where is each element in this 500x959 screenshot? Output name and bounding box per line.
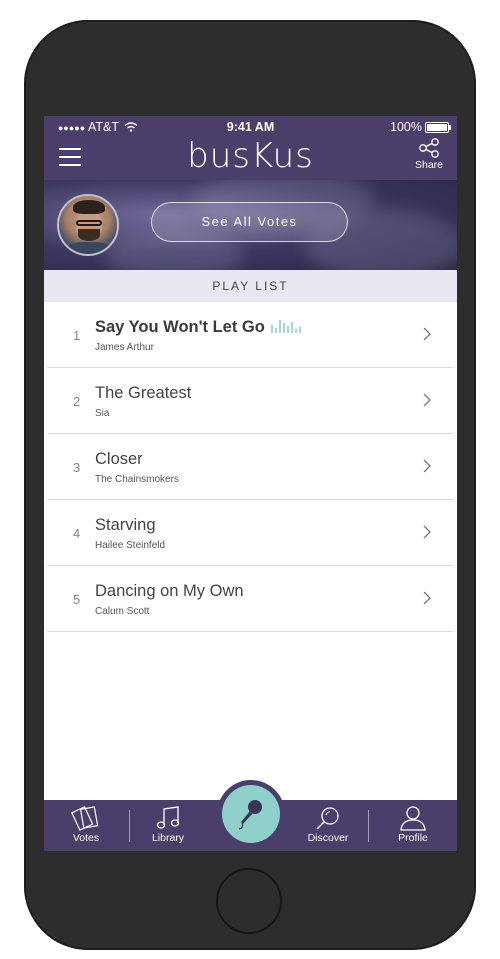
list-item[interactable]: 3 Closer The Chainsmokers	[47, 434, 454, 500]
track-number: 3	[73, 460, 81, 475]
track-number: 5	[73, 592, 81, 607]
tab-divider	[368, 810, 369, 842]
battery-status: 100%	[390, 120, 451, 134]
playlist: 1 Say You Won't Let Go James Arthur 2 Th…	[47, 302, 454, 632]
track-artist: James Arthur	[95, 342, 154, 353]
tab-discover[interactable]: Discover	[299, 800, 357, 851]
track-artist: Sia	[95, 408, 110, 419]
avatar[interactable]	[57, 194, 119, 256]
tab-library-label: Library	[151, 832, 185, 844]
list-item[interactable]: 1 Say You Won't Let Go James Arthur	[47, 302, 454, 368]
microphone-icon	[238, 800, 262, 830]
track-title: Dancing on My Own	[95, 582, 244, 600]
chevron-right-icon	[423, 525, 431, 539]
app-logo: busKus	[187, 136, 314, 176]
chevron-right-icon	[423, 327, 431, 341]
list-item[interactable]: 4 Starving Hailee Steinfeld	[47, 500, 454, 566]
tab-divider	[129, 810, 130, 842]
equalizer-icon	[270, 319, 301, 333]
library-music-icon	[156, 806, 180, 829]
track-number: 4	[73, 526, 81, 541]
status-bar: ●●●●● AT&T 9:41 AM 100%	[44, 116, 457, 138]
track-artist: Calum Scott	[95, 606, 150, 617]
battery-icon	[425, 121, 451, 133]
tab-profile-label: Profile	[398, 832, 428, 844]
tab-votes[interactable]: Votes	[58, 800, 114, 851]
track-title: Starving	[95, 516, 156, 534]
tab-votes-label: Votes	[72, 832, 100, 844]
share-button[interactable]: Share	[411, 138, 447, 171]
chevron-right-icon	[423, 393, 431, 407]
top-bar: ●●●●● AT&T 9:41 AM 100% busKus Share	[44, 116, 457, 180]
track-title: The Greatest	[95, 384, 192, 402]
profile-person-icon	[400, 806, 426, 831]
share-icon	[419, 138, 439, 158]
app-screen: ●●●●● AT&T 9:41 AM 100% busKus Share See…	[44, 116, 457, 851]
battery-percent: 100%	[390, 120, 422, 134]
see-all-votes-button[interactable]: See All Votes	[151, 202, 348, 242]
home-button[interactable]	[216, 868, 282, 934]
track-number: 1	[73, 328, 81, 343]
playlist-header: PLAY LIST	[44, 270, 457, 302]
chevron-right-icon	[423, 459, 431, 473]
track-title: Say You Won't Let Go	[95, 318, 301, 337]
list-item[interactable]: 5 Dancing on My Own Calum Scott	[47, 566, 454, 632]
track-artist: The Chainsmokers	[95, 474, 179, 485]
votes-cards-icon	[71, 806, 99, 831]
tab-profile[interactable]: Profile	[385, 800, 441, 851]
profile-banner: See All Votes	[44, 180, 457, 270]
tab-library[interactable]: Library	[140, 800, 196, 851]
track-title: Closer	[95, 450, 143, 468]
tab-discover-label: Discover	[307, 832, 349, 844]
track-artist: Hailee Steinfeld	[95, 540, 166, 551]
discover-search-icon	[316, 807, 339, 830]
list-item[interactable]: 2 The Greatest Sia	[47, 368, 454, 434]
chevron-right-icon	[423, 591, 431, 605]
microphone-button[interactable]	[222, 785, 280, 843]
share-label: Share	[414, 159, 444, 171]
track-number: 2	[73, 394, 81, 409]
